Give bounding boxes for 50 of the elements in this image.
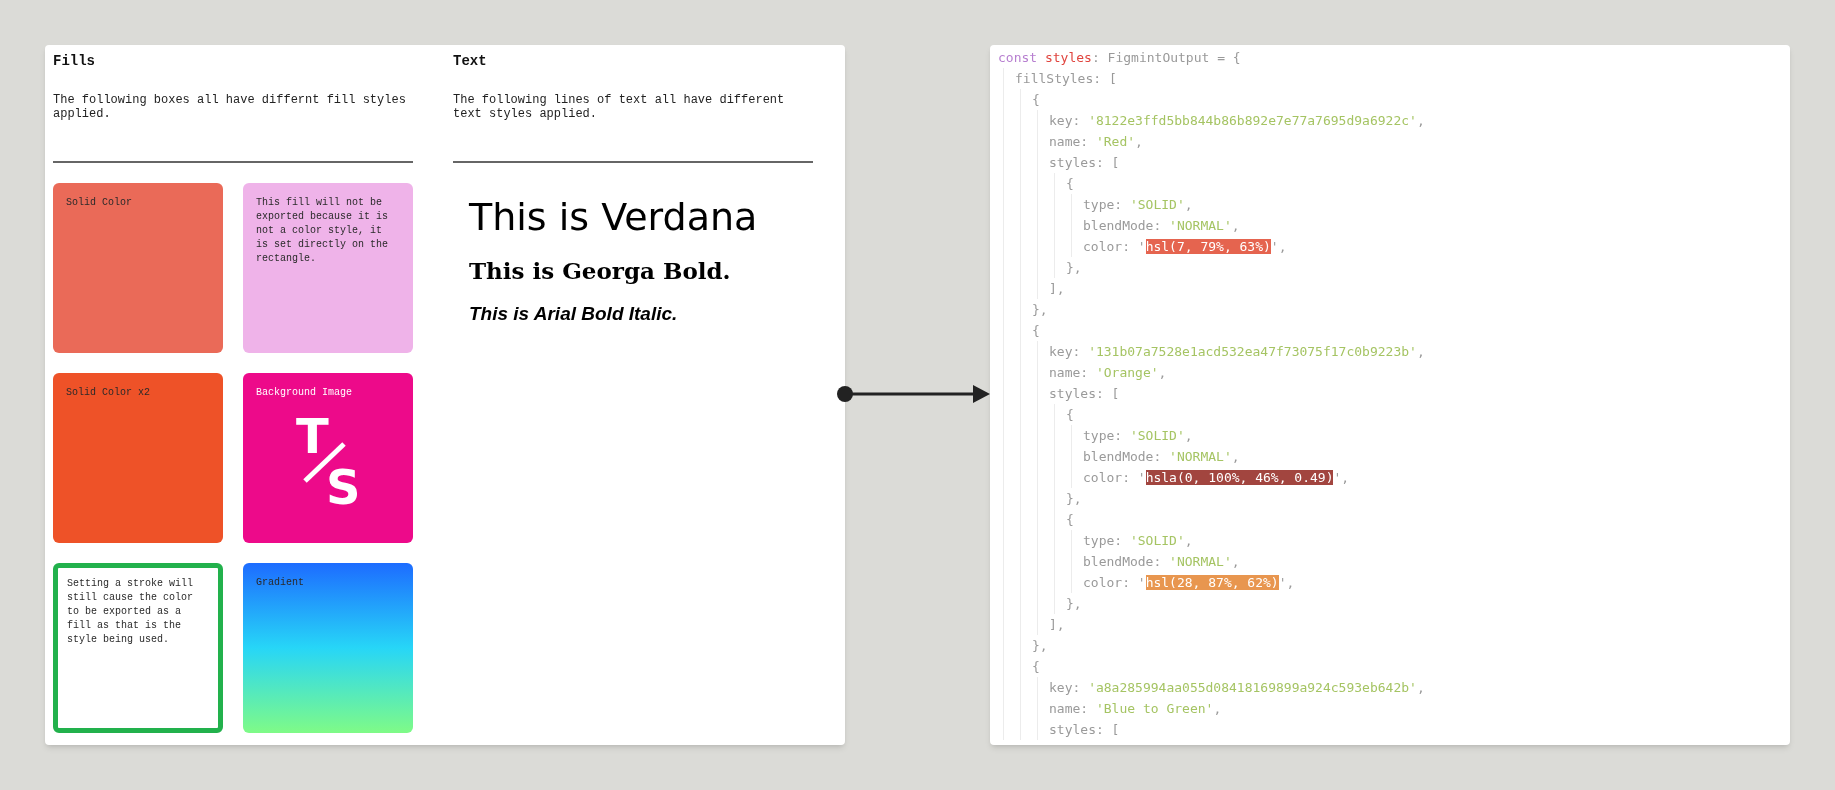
code-line: type: 'SOLID',	[1083, 532, 1194, 550]
ts-logo-drawing: T S	[293, 409, 365, 505]
code-line: },	[1032, 301, 1049, 319]
section-description: The following boxes all have differnt fill styles applied.	[53, 93, 407, 123]
code-line: blendMode: 'NORMAL',	[1083, 553, 1241, 571]
code-line: key: '131b07a7528e1acd532ea47f73075f17c0b9223b',	[1049, 343, 1426, 361]
color-swatch-value: hsl(28, 87%, 62%)	[1145, 575, 1279, 590]
section-heading: Text	[453, 52, 488, 71]
box-label: Solid Color x2	[66, 386, 151, 400]
code-line: ],	[1049, 616, 1066, 634]
code-line: {	[1066, 511, 1075, 529]
section-description: The following lines of text all have different text styles applied.	[453, 93, 786, 123]
code-line: ],	[1049, 280, 1066, 298]
color-swatch-value: hsla(0, 100%, 46%, 0.49)	[1145, 470, 1334, 485]
box-label: This fill will not be exported because it is not a color style, it is set directly on the rectangle.	[256, 196, 390, 266]
code-line: styles: [	[1049, 721, 1121, 739]
text-style-sample: This is Verdana	[469, 194, 758, 241]
code-line: type: 'SOLID',	[1083, 196, 1194, 214]
box-label: Setting a stroke will still cause the color to be exported as a fill as that is the style being used.	[67, 577, 195, 647]
code-line: color: 'hsla(0, 100%, 46%, 0.49)',	[1083, 469, 1351, 487]
code-line: color: 'hsl(7, 79%, 63%)',	[1083, 238, 1288, 256]
box-label: Gradient	[256, 576, 305, 590]
code-line: type: 'SOLID',	[1083, 427, 1194, 445]
code-line: {	[1066, 406, 1075, 424]
code-line: },	[1066, 490, 1083, 508]
code-line: key: '8122e3ffd5bb844b86b892e7e77a7695d9a6922c',	[1049, 112, 1426, 130]
code-line: },	[1032, 637, 1049, 655]
code-line: key: 'a8a285994aa055d08418169899a924c593eb642b',	[1049, 679, 1426, 697]
text-style-sample: This is Georga Bold.	[469, 256, 731, 286]
code-line: name: 'Red',	[1049, 133, 1144, 151]
code-line: },	[1066, 595, 1083, 613]
code-line: fillStyles: [	[1015, 70, 1118, 88]
code-line: blendMode: 'NORMAL',	[1083, 217, 1241, 235]
code-line: const styles: FigmintOutput = {	[998, 49, 1242, 67]
code-line: name: 'Orange',	[1049, 364, 1168, 382]
code-line: {	[1032, 322, 1041, 340]
code-line: },	[1066, 259, 1083, 277]
section-heading: Fills	[53, 52, 96, 71]
code-line: {	[1032, 91, 1041, 109]
box-label: Background Image	[256, 386, 353, 400]
text-style-sample: This is Arial Bold Italic.	[469, 302, 678, 326]
code-line: styles: [	[1049, 154, 1121, 172]
code-line: blendMode: 'NORMAL',	[1083, 448, 1241, 466]
code-line: {	[1032, 658, 1041, 676]
code-line: {	[1066, 175, 1075, 193]
box-label: Solid Color	[66, 196, 133, 210]
code-line: styles: [	[1049, 385, 1121, 403]
color-swatch-value: hsl(7, 79%, 63%)	[1145, 239, 1271, 254]
code-line: color: 'hsl(28, 87%, 62%)',	[1083, 574, 1296, 592]
code-line: name: 'Blue to Green',	[1049, 700, 1223, 718]
